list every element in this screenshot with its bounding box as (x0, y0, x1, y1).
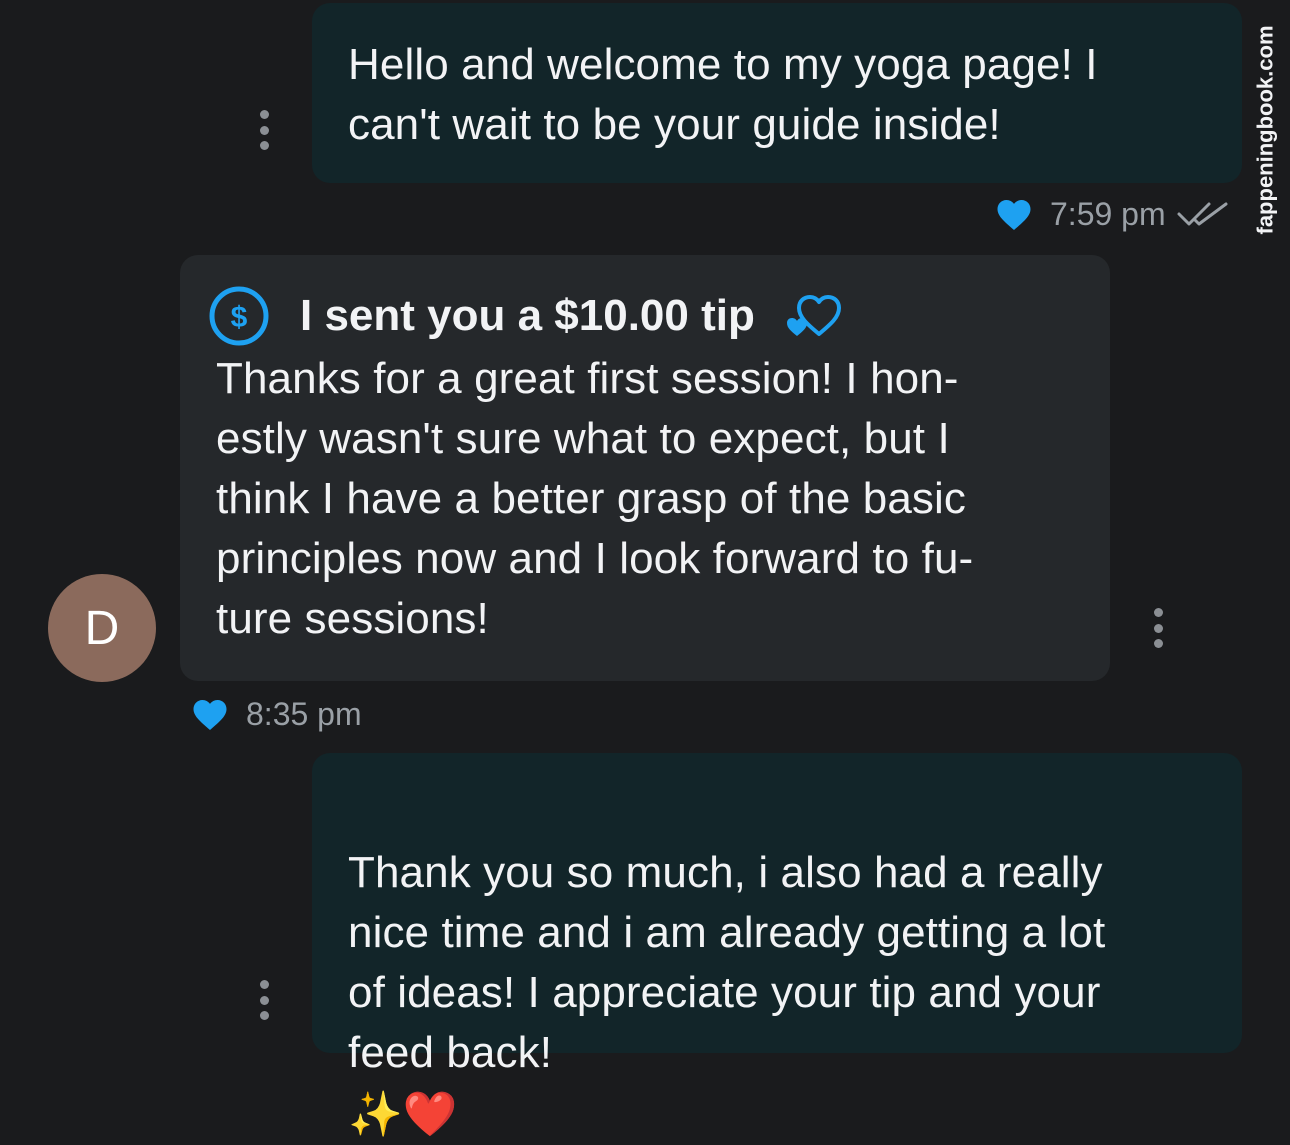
watermark-text: fappeningbook.com (1252, 25, 1277, 235)
message-text: Thanks for a great first session! I hon-… (216, 354, 974, 643)
watermark: fappeningbook.com (1240, 0, 1290, 260)
message-options-button[interactable] (258, 980, 270, 1020)
message-meta: 7:59 pm (996, 196, 1230, 233)
outgoing-message-bubble[interactable]: Thank you so much, i also had a really n… (312, 753, 1242, 1140)
heart-icon[interactable] (192, 698, 228, 732)
message-body: Thank you so much, i also had a really n… (348, 848, 1106, 1077)
timestamp: 7:59 pm (1050, 196, 1166, 232)
dot (1153, 639, 1163, 648)
dot (259, 1011, 269, 1020)
sparkles-heart-emoji: ✨❤️ (348, 1089, 458, 1141)
timestamp: 8:35 pm (246, 696, 362, 732)
tip-header: $ I sent you a $10.00 tip (208, 285, 847, 347)
message-text: Thank you so much, i also had a really n… (348, 753, 1202, 1145)
dot (259, 125, 269, 135)
heart-icon[interactable] (996, 198, 1032, 232)
dot (259, 980, 269, 989)
message-meta: 8:35 pm (192, 696, 362, 733)
dollar-coin-icon: $ (209, 286, 269, 346)
message-options-button[interactable] (258, 110, 270, 150)
dot (259, 995, 269, 1005)
dot (1153, 608, 1163, 617)
message-text: Hello and welcome to my yoga page! I can… (348, 40, 1098, 149)
dot (259, 110, 269, 119)
avatar[interactable]: D (48, 574, 156, 682)
dot (259, 141, 269, 150)
hearts-icon (786, 295, 841, 336)
outgoing-message-bubble[interactable]: Hello and welcome to my yoga page! I can… (312, 3, 1242, 183)
tip-amount-label: I sent you a $10.00 tip (300, 291, 755, 340)
svg-text:$: $ (231, 301, 248, 334)
dot (1153, 623, 1163, 633)
message-options-button[interactable] (1152, 608, 1164, 648)
avatar-initial: D (84, 601, 120, 655)
incoming-tip-message-bubble[interactable]: $ I sent you a $10.00 tip Thanks for a g… (180, 255, 1110, 681)
double-check-icon (1177, 202, 1228, 225)
